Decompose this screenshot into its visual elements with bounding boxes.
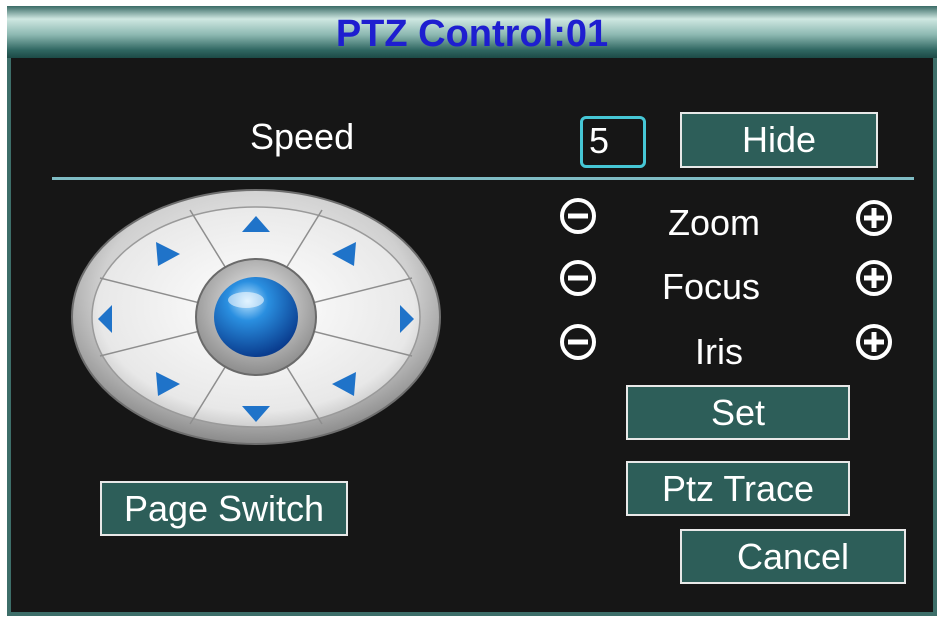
- ptz-control-window: PTZ Control:01 Speed 5 Hide Zoom Focus I…: [0, 0, 944, 621]
- iris-label: Iris: [695, 331, 743, 372]
- direction-pad[interactable]: [70, 188, 442, 446]
- hide-button[interactable]: Hide: [680, 112, 878, 168]
- zoom-label: Zoom: [668, 202, 761, 243]
- plus-circle-icon[interactable]: [854, 258, 894, 298]
- minus-circle-icon[interactable]: [558, 258, 598, 298]
- minus-circle-icon[interactable]: [558, 322, 598, 362]
- cancel-button[interactable]: Cancel: [680, 529, 906, 584]
- minus-circle-icon[interactable]: [558, 196, 598, 236]
- window-title: PTZ Control:01: [335, 13, 609, 55]
- set-button[interactable]: Set: [626, 385, 850, 440]
- focus-label: Focus: [662, 266, 761, 307]
- speed-input[interactable]: 5: [580, 116, 646, 168]
- plus-circle-icon[interactable]: [854, 198, 894, 238]
- ptz-trace-button[interactable]: Ptz Trace: [626, 461, 850, 516]
- divider: [52, 177, 914, 180]
- plus-circle-icon[interactable]: [854, 322, 894, 362]
- page-switch-button[interactable]: Page Switch: [100, 481, 348, 536]
- title-bar: PTZ Control:01: [7, 6, 937, 60]
- center-ball-icon: [214, 277, 298, 357]
- speed-label: Speed: [250, 116, 355, 157]
